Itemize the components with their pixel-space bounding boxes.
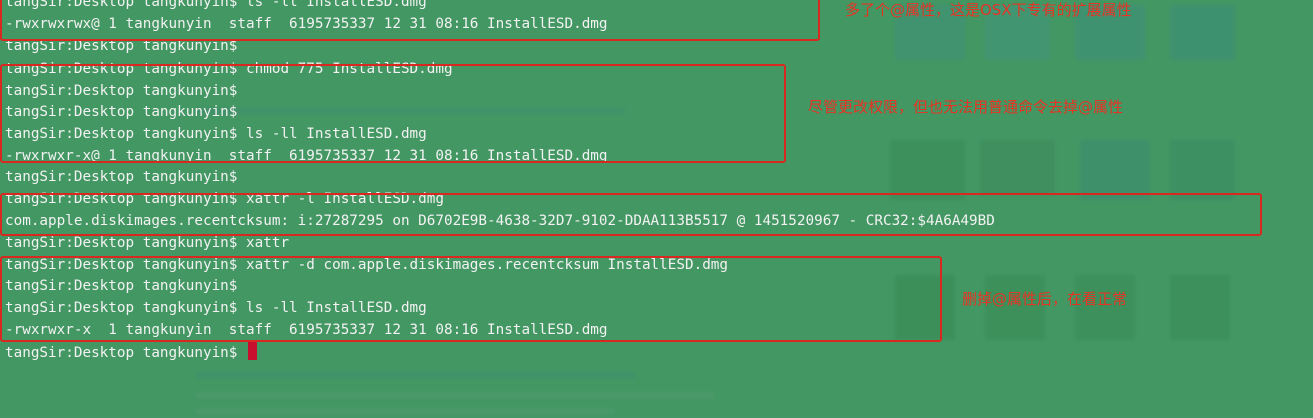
terminal-line: tangSir:Desktop tangkunyin$ xyxy=(5,169,238,185)
annotation-box-4 xyxy=(0,256,942,342)
terminal-line: tangSir:Desktop tangkunyin$ xattr xyxy=(5,235,290,251)
annotation-box-3 xyxy=(0,193,1262,236)
terminal-cursor[interactable] xyxy=(248,342,258,360)
annotation-box-2 xyxy=(0,64,786,163)
annotation-note-3: 删掉@属性后，在看正常 xyxy=(962,290,1128,308)
annotation-box-1 xyxy=(0,0,820,41)
terminal-prompt-line: tangSir:Desktop tangkunyin$ xyxy=(5,342,258,364)
terminal-prompt: tangSir:Desktop tangkunyin$ xyxy=(5,345,238,361)
annotation-note-1: 多了个@属性，这是OSX下专有的扩展属性 xyxy=(845,1,1132,19)
terminal-window[interactable]: tangSir:Desktop tangkunyin$ ls -ll Insta… xyxy=(0,0,1313,418)
annotation-note-2: 尽管更改权限，但也无法用普通命令去掉@属性 xyxy=(808,98,1124,116)
